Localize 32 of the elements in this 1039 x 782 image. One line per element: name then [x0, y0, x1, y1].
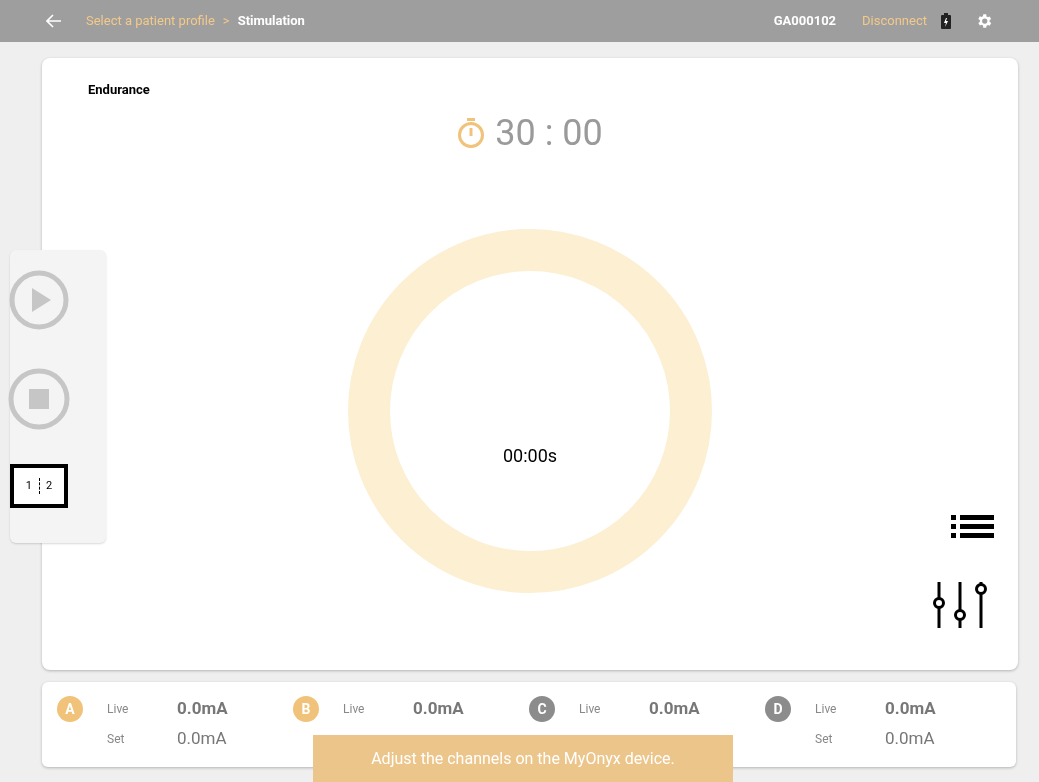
live-current: 0.0mA — [885, 697, 937, 721]
channel-badge: A — [57, 696, 83, 722]
breadcrumb-link[interactable]: Stimulation — [237, 11, 305, 31]
live-current: 0.0mA — [649, 697, 701, 721]
channel-badge: D — [765, 696, 791, 722]
set-label: Set — [107, 731, 126, 748]
toast-message: Adjust the channels on the MyOnyx device. — [313, 735, 733, 782]
stopwatch-icon — [457, 117, 486, 149]
back-arrow-icon[interactable] — [46, 14, 62, 28]
split-view-button[interactable]: 1 2 — [10, 464, 68, 508]
live-label: Live — [815, 701, 838, 718]
breadcrumb-link[interactable]: Select a patient profile — [86, 11, 215, 31]
battery-icon — [941, 13, 951, 29]
set-current: 0.0mA — [177, 727, 228, 751]
live-label: Live — [107, 701, 130, 718]
channel-badge: C — [529, 696, 555, 722]
list-icon[interactable] — [951, 514, 995, 540]
set-current: 0.0mA — [885, 727, 936, 751]
set-label: Set — [815, 731, 834, 748]
timer-display: 30 : 00 — [495, 111, 603, 156]
program-name: Endurance — [88, 81, 150, 99]
live-label: Live — [579, 701, 602, 718]
play-button-icon[interactable] — [9, 270, 69, 330]
device-id: GA000102 — [773, 12, 837, 31]
stop-button-icon[interactable] — [8, 368, 70, 430]
live-current: 0.0mA — [177, 697, 229, 721]
live-current: 0.0mA — [413, 697, 465, 721]
live-label: Live — [343, 701, 366, 718]
elapsed-time: 00:00s — [502, 444, 558, 468]
disconnect-link[interactable]: Disconnect — [862, 11, 927, 31]
breadcrumb-separator: > — [222, 12, 230, 31]
channel-badge: B — [293, 696, 319, 722]
